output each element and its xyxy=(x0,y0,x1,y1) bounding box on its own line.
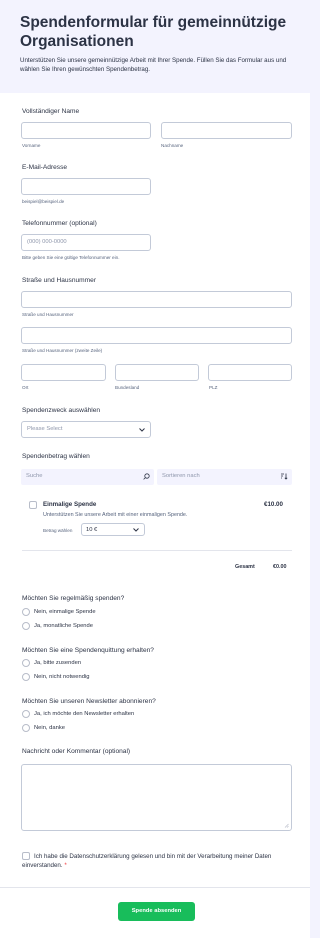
amount-label: Spendenbetrag wählen xyxy=(22,453,90,460)
newsletter-option-2-label: Nein, danke xyxy=(34,725,65,731)
first-name-input[interactable] xyxy=(21,122,151,139)
street2-input[interactable] xyxy=(21,327,292,344)
form-title: Spendenformular für gemeinnützige Organi… xyxy=(20,14,287,50)
form-subtitle: Unterstützen Sie unsere gemeinnützige Ar… xyxy=(20,57,287,73)
purpose-selected: Please Select xyxy=(27,426,63,432)
zip-input[interactable] xyxy=(208,364,292,381)
first-name-sublabel: Vorname xyxy=(22,143,41,148)
newsletter-option-1-radio[interactable] xyxy=(22,710,30,718)
newsletter-option-2-radio[interactable] xyxy=(22,724,30,732)
product-description: Unterstützen Sie unsere Arbeit mit einer… xyxy=(43,512,188,518)
newsletter-option-1-label: Ja, ich möchte den Newsletter erhalten xyxy=(34,711,135,717)
street-input[interactable] xyxy=(21,291,292,308)
city-sublabel: Ort xyxy=(22,385,29,390)
email-label: E-Mail-Adresse xyxy=(22,164,68,171)
state-sublabel: Bundesland xyxy=(115,385,140,390)
receipt-question: Möchten Sie eine Spendenquittung erhalte… xyxy=(22,647,154,654)
resize-handle-icon[interactable] xyxy=(284,823,289,828)
city-input[interactable] xyxy=(21,364,106,381)
sort-placeholder: Sortieren nach xyxy=(162,473,200,479)
consent-text-block: Ich habe die Datenschutzerklärung gelese… xyxy=(22,852,292,870)
newsletter-question: Möchten Sie unseren Newsletter abonniere… xyxy=(22,698,156,705)
last-name-input[interactable] xyxy=(161,122,292,139)
amount-select[interactable]: 10 € xyxy=(81,523,145,536)
last-name-sublabel: Nachname xyxy=(161,143,184,148)
recurring-question: Möchten Sie regelmäßig spenden? xyxy=(22,595,125,602)
product-search-input[interactable]: Suche xyxy=(21,469,154,485)
name-label: Vollständiger Name xyxy=(22,108,80,115)
state-input[interactable] xyxy=(115,364,199,381)
chevron-down-icon xyxy=(133,528,139,532)
product-sort-select[interactable]: Sortieren nach xyxy=(157,469,292,485)
product-checkbox[interactable] xyxy=(29,501,37,509)
street2-sublabel: Straße und Hausnummer (zweite Zeile) xyxy=(22,348,103,353)
message-label: Nachricht oder Kommentar (optional) xyxy=(22,748,131,755)
phone-input[interactable]: (000) 000-0000 xyxy=(21,234,151,251)
recurring-option-2-radio[interactable] xyxy=(22,622,30,630)
chevron-down-icon xyxy=(139,428,145,432)
required-asterisk: * xyxy=(64,862,67,869)
product-price: €10.00 xyxy=(264,501,283,508)
recurring-option-1-radio[interactable] xyxy=(22,608,30,616)
purpose-label: Spendenzweck auswählen xyxy=(22,407,101,414)
email-input[interactable] xyxy=(21,178,151,195)
search-icon xyxy=(143,473,150,480)
consent-text: Ich habe die Datenschutzerklärung gelese… xyxy=(22,853,272,869)
message-textarea[interactable] xyxy=(21,764,292,831)
purpose-select[interactable]: Please Select xyxy=(21,421,151,438)
amount-select-value: 10 € xyxy=(86,527,98,533)
zip-sublabel: PLZ xyxy=(209,385,218,390)
footer-divider xyxy=(0,887,310,888)
receipt-option-1-radio[interactable] xyxy=(22,659,30,667)
search-placeholder: Suche xyxy=(26,473,43,479)
recurring-option-1-label: Nein, einmalige Spende xyxy=(34,609,96,615)
submit-button[interactable]: Spende absenden xyxy=(118,902,195,921)
form-card: Vollständiger Name Vorname Nachname E-Ma… xyxy=(0,93,310,938)
product-name: Einmalige Spende xyxy=(43,501,97,508)
phone-label: Telefonnummer (optional) xyxy=(22,220,97,227)
form-header: Spendenformular für gemeinnützige Organi… xyxy=(0,0,310,92)
receipt-option-2-label: Nein, nicht notwendig xyxy=(34,674,90,680)
total-divider xyxy=(22,550,292,551)
street-sublabel: Straße und Hausnummer xyxy=(22,312,74,317)
amount-select-label: Betrag wählen xyxy=(43,528,73,533)
address-label: Straße und Hausnummer xyxy=(22,277,97,284)
phone-sublabel: Bitte geben Sie eine gültige Telefonnumm… xyxy=(22,255,120,260)
total-label: Gesamt xyxy=(235,564,255,570)
recurring-option-2-label: Ja, monatliche Spende xyxy=(34,623,93,629)
email-sublabel: beispiel@beispiel.de xyxy=(22,199,65,204)
phone-placeholder: (000) 000-0000 xyxy=(27,239,67,245)
receipt-option-1-label: Ja, bitte zusenden xyxy=(34,660,82,666)
sort-icon xyxy=(281,473,288,480)
total-value: €0.00 xyxy=(273,564,287,570)
receipt-option-2-radio[interactable] xyxy=(22,673,30,681)
